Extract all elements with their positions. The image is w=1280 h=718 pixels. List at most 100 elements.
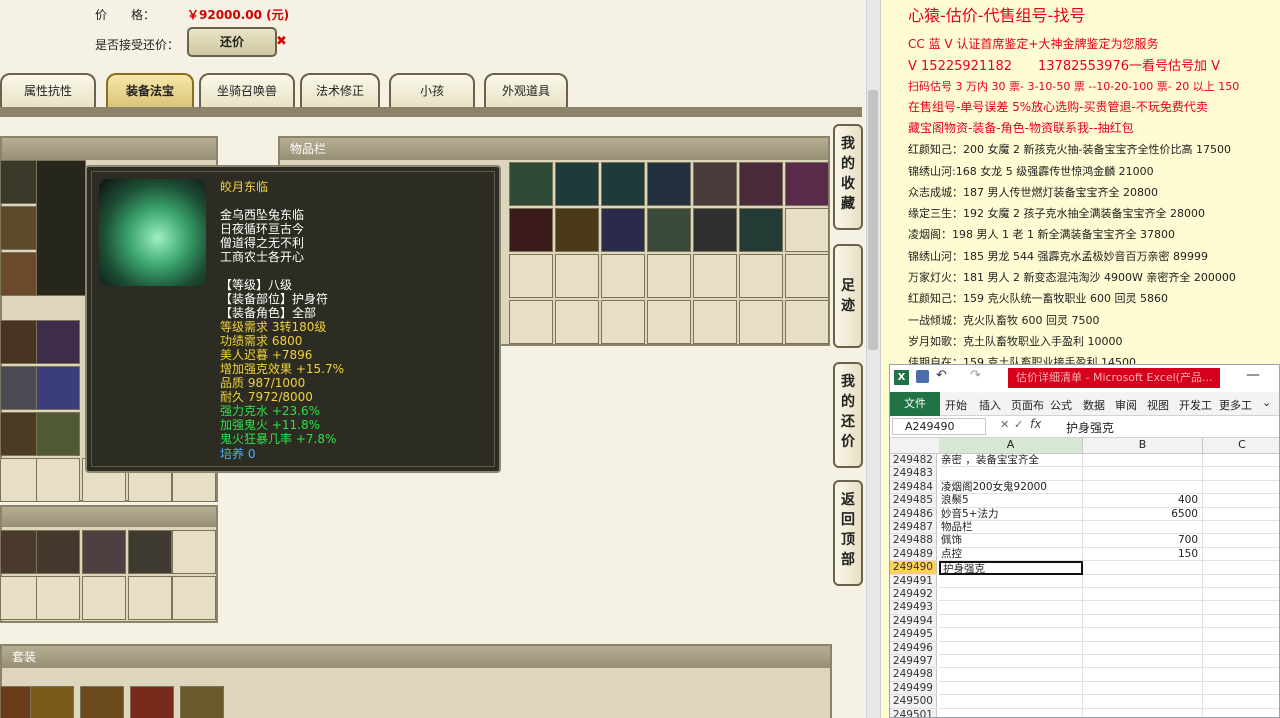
enter-icon[interactable]: ✓ [1014, 418, 1023, 431]
cell-b[interactable] [1083, 467, 1203, 481]
suit-item[interactable] [130, 686, 174, 718]
tab-attributes[interactable]: 属性抗性 [0, 73, 96, 107]
cell-b[interactable] [1083, 641, 1203, 655]
inventory-slot[interactable] [693, 254, 737, 298]
pet-slot[interactable] [82, 530, 126, 574]
tab-child[interactable]: 小孩 [389, 73, 475, 107]
equip-slot[interactable] [36, 458, 80, 502]
inventory-slot[interactable] [647, 254, 691, 298]
cell-b[interactable] [1083, 454, 1203, 468]
back-to-top-button[interactable]: 返回顶部 [833, 480, 863, 586]
cell-b[interactable]: 400 [1083, 494, 1203, 508]
cell-b[interactable] [1083, 655, 1203, 669]
cell-a[interactable] [939, 641, 1083, 655]
cell-a[interactable] [939, 708, 1083, 717]
row-number[interactable]: 249486 [890, 507, 937, 521]
row-number[interactable]: 249485 [890, 494, 937, 508]
cell-c[interactable] [1203, 588, 1279, 602]
suit-item[interactable] [180, 686, 224, 718]
inventory-item[interactable] [647, 162, 691, 206]
row-number[interactable]: 249492 [890, 588, 937, 602]
cell-c[interactable] [1203, 575, 1279, 588]
row-number[interactable]: 249483 [890, 467, 937, 481]
row-number[interactable]: 249482 [890, 454, 937, 468]
row-number[interactable]: 249495 [890, 628, 937, 642]
inventory-item[interactable] [509, 208, 553, 252]
cell-a[interactable] [939, 655, 1083, 669]
pet-slot[interactable] [82, 576, 126, 620]
name-box[interactable]: A249490 [892, 418, 986, 435]
suit-item[interactable] [80, 686, 124, 718]
row-number[interactable]: 249500 [890, 695, 937, 709]
suit-item[interactable] [30, 686, 74, 718]
cell-b[interactable] [1083, 708, 1203, 717]
ribbon-tab[interactable]: 公式 [1050, 397, 1072, 413]
inventory-slot[interactable] [739, 254, 783, 298]
pet-slot[interactable] [172, 576, 216, 620]
inventory-item[interactable] [601, 162, 645, 206]
ribbon-tab[interactable]: 视图 [1147, 397, 1169, 413]
equip-slot[interactable] [36, 320, 80, 364]
column-header[interactable]: A [939, 438, 1083, 453]
ribbon-tab[interactable]: 开始 [945, 397, 967, 413]
inventory-item[interactable] [555, 162, 599, 206]
file-tab[interactable]: 文件 [890, 392, 940, 416]
cell-c[interactable] [1203, 655, 1279, 669]
undo-icon[interactable]: ↶ [936, 368, 947, 383]
inventory-slot[interactable] [693, 300, 737, 344]
haggle-button[interactable]: 还价 [187, 27, 277, 57]
cell-c[interactable] [1203, 561, 1279, 575]
cell-a[interactable]: 点控 [939, 547, 1083, 562]
cell-a[interactable] [939, 601, 1083, 615]
inventory-slot[interactable] [601, 300, 645, 344]
row-number[interactable]: 249491 [890, 574, 937, 588]
row-number[interactable]: 249501 [890, 708, 937, 717]
column-header[interactable]: C [1203, 438, 1279, 453]
save-icon[interactable] [916, 370, 929, 383]
row-number[interactable]: 249490 [890, 561, 937, 575]
ribbon-tab[interactable]: 插入 [979, 397, 1001, 413]
minimize-icon[interactable]: — [1246, 367, 1260, 383]
inventory-slot[interactable] [785, 254, 829, 298]
cell-a[interactable]: 佩饰 [939, 534, 1083, 548]
cell-a[interactable] [939, 695, 1083, 709]
inventory-item[interactable] [739, 208, 783, 252]
cell-b[interactable] [1083, 574, 1203, 588]
cell-b[interactable] [1083, 521, 1203, 535]
cell-b[interactable]: 150 [1083, 547, 1203, 562]
inventory-slot[interactable] [555, 254, 599, 298]
cell-c[interactable] [1203, 682, 1279, 696]
cell-b[interactable] [1083, 601, 1203, 615]
inventory-slot[interactable] [785, 208, 829, 252]
ribbon-tab[interactable]: 开发工 [1179, 397, 1212, 413]
cell-c[interactable] [1203, 695, 1279, 709]
inventory-item[interactable] [693, 162, 737, 206]
inventory-slot[interactable] [739, 300, 783, 344]
cell-c[interactable] [1203, 709, 1279, 717]
cell-c[interactable] [1203, 668, 1279, 682]
row-number[interactable]: 249488 [890, 534, 937, 548]
ribbon-tab[interactable]: 数据 [1083, 397, 1105, 413]
row-number[interactable]: 249489 [890, 547, 937, 562]
cell-b[interactable] [1083, 561, 1203, 575]
inventory-slot[interactable] [601, 254, 645, 298]
cell-a[interactable]: 护身强克 [939, 561, 1083, 575]
row-number[interactable]: 249499 [890, 681, 937, 696]
inventory-item[interactable] [739, 162, 783, 206]
cell-a[interactable] [939, 574, 1083, 588]
equip-slot[interactable] [36, 412, 80, 456]
cell-a[interactable] [939, 588, 1083, 602]
cell-a[interactable] [939, 668, 1083, 682]
row-number[interactable]: 249493 [890, 601, 937, 615]
row-number[interactable]: 249484 [890, 480, 937, 495]
cell-c[interactable] [1203, 454, 1279, 468]
row-number[interactable]: 249494 [890, 614, 937, 629]
cell-a[interactable]: 物品栏 [939, 521, 1083, 535]
cell-c[interactable] [1203, 548, 1279, 562]
ribbon-tab[interactable]: 审阅 [1115, 397, 1137, 413]
pet-slot[interactable] [36, 530, 80, 574]
formula-input[interactable]: 护身强克 [1066, 419, 1114, 436]
inventory-item[interactable] [509, 162, 553, 206]
my-haggle-button[interactable]: 我的还价 [833, 362, 863, 468]
row-number[interactable]: 249496 [890, 641, 937, 655]
